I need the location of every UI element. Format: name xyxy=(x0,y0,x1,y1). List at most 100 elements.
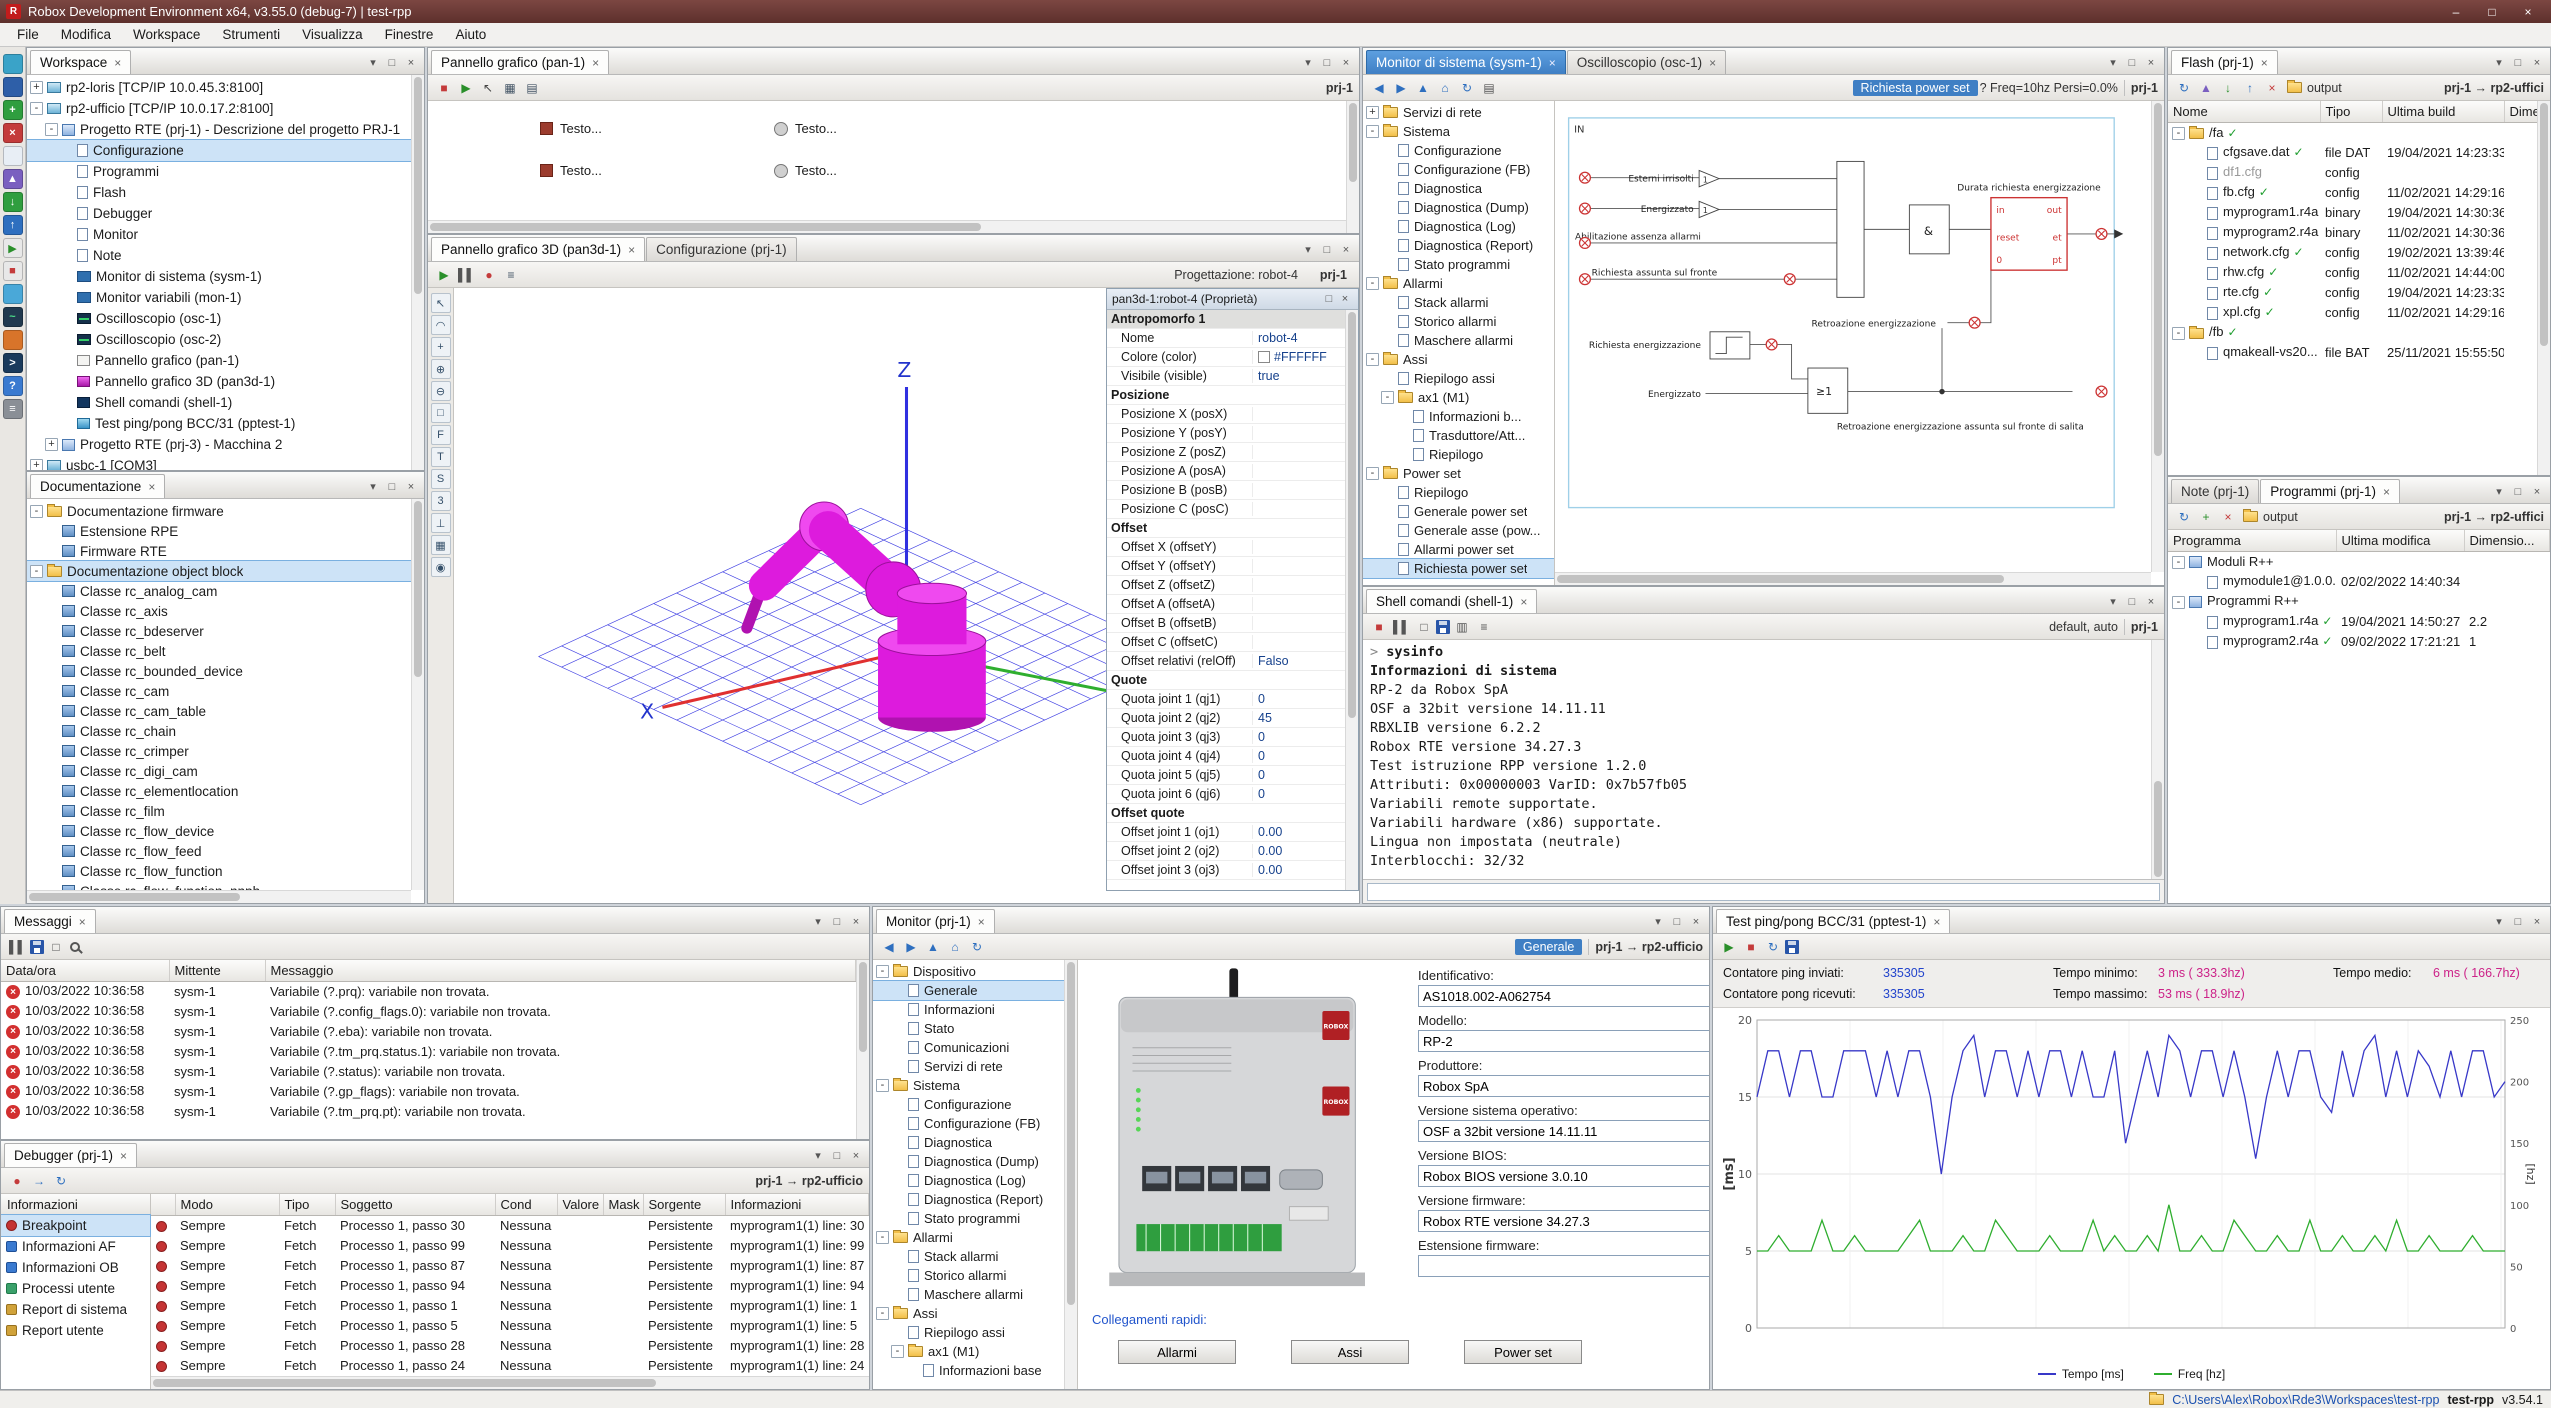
fit-view-icon[interactable]: □ xyxy=(431,403,451,423)
debug-info-item[interactable]: Informazioni OB xyxy=(1,1257,150,1278)
orbit-icon[interactable]: ◠ xyxy=(431,315,451,335)
pause-icon[interactable]: ▌▌ xyxy=(456,265,477,285)
tree-item[interactable]: -Classe rc_chain xyxy=(27,721,411,741)
panel-item[interactable]: Testo... xyxy=(540,121,602,136)
play-icon[interactable]: ▶ xyxy=(1719,937,1739,957)
close-icon[interactable]: × xyxy=(1520,595,1527,609)
quick-link-allarmi[interactable]: Allarmi xyxy=(1118,1340,1236,1364)
pan-view-icon[interactable]: + xyxy=(431,337,451,357)
float-icon[interactable]: □ xyxy=(829,914,845,929)
tree-item[interactable]: -Classe rc_axis xyxy=(27,601,411,621)
delete-icon[interactable]: × xyxy=(2262,78,2282,98)
chevron-down-icon[interactable]: ▾ xyxy=(1650,914,1666,929)
panel-item[interactable]: Testo... xyxy=(774,121,837,136)
scrollbar-vertical[interactable] xyxy=(2151,101,2164,572)
program-row[interactable]: -mymodule1@1.0.0....✓02/02/2022 14:40:34 xyxy=(2168,571,2550,591)
minimize-icon[interactable]: – xyxy=(2439,3,2473,20)
close-icon[interactable]: × xyxy=(1338,55,1354,70)
panel-item[interactable]: Testo... xyxy=(774,163,837,178)
tree-item[interactable]: -Storico allarmi xyxy=(873,1266,1064,1285)
float-icon[interactable]: □ xyxy=(1319,242,1335,257)
tree-item[interactable]: -Richiesta power set xyxy=(1363,559,1554,578)
program-row[interactable]: -myprogram1.r4a✓19/04/2021 14:50:272.2 xyxy=(2168,611,2550,631)
column-header[interactable] xyxy=(151,1194,175,1215)
close-icon[interactable]: × xyxy=(1933,915,1940,929)
breakpoint-row[interactable]: SempreFetchProcesso 1, passo 30NessunaPe… xyxy=(151,1215,869,1235)
tab-note[interactable]: Note (prj-1) xyxy=(2171,479,2259,503)
scrollbar-horizontal[interactable] xyxy=(428,220,1346,233)
tree-item[interactable]: -Servizi di rete xyxy=(873,1057,1064,1076)
tree-item[interactable]: -Diagnostica (Dump) xyxy=(873,1152,1064,1171)
close-icon[interactable]: × xyxy=(148,480,155,494)
tree-item[interactable]: -Generale xyxy=(873,981,1064,1000)
property-row[interactable]: Offset quote xyxy=(1107,804,1345,823)
tree-item[interactable]: -Sistema xyxy=(1363,122,1554,141)
property-row[interactable]: Quota joint 3 (qj3)0 xyxy=(1107,728,1345,747)
side-view-icon[interactable]: S xyxy=(431,469,451,489)
tree-item[interactable]: -Classe rc_film xyxy=(27,801,411,821)
copy-icon[interactable]: ▥ xyxy=(1452,617,1472,637)
iso-view-icon[interactable]: 3 xyxy=(431,491,451,511)
column-header[interactable]: Tipo xyxy=(2320,101,2382,122)
refresh-icon[interactable]: ↻ xyxy=(1457,78,1477,98)
tree-item[interactable]: +usbc-1 [COM3] xyxy=(27,455,411,470)
tree-item[interactable]: -ax1 (M1) xyxy=(873,1342,1064,1361)
tree-item[interactable]: -Debugger xyxy=(27,203,411,224)
message-row[interactable]: ×10/03/2022 10:36:58sysm-1Variabile (?.g… xyxy=(1,1081,856,1101)
breakpoint-row[interactable]: SempreFetchProcesso 1, passo 99NessunaPe… xyxy=(151,1235,869,1255)
halt-icon[interactable]: ■ xyxy=(3,261,23,281)
tree-item[interactable]: -Classe rc_flow_feed xyxy=(27,841,411,861)
tree-item[interactable]: -Classe rc_flow_function_nnph xyxy=(27,881,411,890)
tree-item[interactable]: -Diagnostica (Report) xyxy=(873,1190,1064,1209)
property-row[interactable]: Posizione xyxy=(1107,386,1345,405)
scrollbar-vertical[interactable] xyxy=(1346,101,1359,233)
close-icon[interactable]: × xyxy=(2529,55,2545,70)
file-row[interactable]: -cfgsave.dat✓file DAT19/04/2021 14:23:33 xyxy=(2168,142,2537,162)
tree-item[interactable]: -Estensione RPE xyxy=(27,521,411,541)
property-row[interactable]: Offset X (offsetY) xyxy=(1107,538,1345,557)
connect-icon[interactable]: + xyxy=(3,100,23,120)
zoom-in-icon[interactable]: ⊕ xyxy=(431,359,451,379)
close-icon[interactable]: × xyxy=(628,243,635,257)
scrollbar-vertical[interactable] xyxy=(1064,960,1077,1389)
tree-item[interactable]: -Allarmi xyxy=(873,1228,1064,1247)
property-row[interactable]: Posizione X (posX) xyxy=(1107,405,1345,424)
property-row[interactable]: Antropomorfo 1 xyxy=(1107,310,1345,329)
message-row[interactable]: ×10/03/2022 10:36:58sysm-1Variabile (?.t… xyxy=(1,1041,856,1061)
grid-icon[interactable]: ▦ xyxy=(500,78,520,98)
chevron-down-icon[interactable]: ▾ xyxy=(810,914,826,929)
chevron-down-icon[interactable]: ▾ xyxy=(1300,242,1316,257)
property-row[interactable]: Quota joint 4 (qj4)0 xyxy=(1107,747,1345,766)
property-row[interactable]: Offset xyxy=(1107,519,1345,538)
new-project-icon[interactable] xyxy=(3,146,23,166)
menu-strumenti[interactable]: Strumenti xyxy=(211,23,291,46)
tree-item[interactable]: -Riepilogo assi xyxy=(1363,369,1554,388)
tree-item[interactable]: -Classe rc_belt xyxy=(27,641,411,661)
column-header[interactable]: Tipo xyxy=(279,1194,335,1215)
stop-icon[interactable]: ■ xyxy=(1369,617,1389,637)
tree-item[interactable]: -Pannello grafico (pan-1) xyxy=(27,350,411,371)
field-input[interactable] xyxy=(1418,1210,1709,1232)
property-row[interactable]: Quota joint 6 (qj6)0 xyxy=(1107,785,1345,804)
tab-monitor[interactable]: Monitor (prj-1)× xyxy=(876,909,995,933)
add-icon[interactable]: + xyxy=(2196,507,2216,527)
tree-item[interactable]: -Diagnostica (Log) xyxy=(1363,217,1554,236)
scrollbar-vertical[interactable] xyxy=(411,75,424,470)
file-row[interactable]: -myprogram2.r4a✓binary11/02/2021 14:30:3… xyxy=(2168,222,2537,242)
property-row[interactable]: Offset joint 1 (oj1)0.00 xyxy=(1107,823,1345,842)
up-icon[interactable]: ▲ xyxy=(1413,78,1433,98)
print-icon[interactable]: ▤ xyxy=(1479,78,1499,98)
print-icon[interactable]: ▤ xyxy=(522,78,542,98)
tree-item[interactable]: -Pannello grafico 3D (pan3d-1) xyxy=(27,371,411,392)
play-icon[interactable]: ▶ xyxy=(456,78,476,98)
debug-info-item[interactable]: Breakpoint xyxy=(1,1215,150,1236)
file-row[interactable]: -xpl.cfg✓config11/02/2021 14:29:16 xyxy=(2168,302,2537,322)
tree-item[interactable]: -Stato programmi xyxy=(1363,255,1554,274)
tree-item[interactable]: -Riepilogo xyxy=(1363,445,1554,464)
breakpoint-row[interactable]: SempreFetchProcesso 1, passo 24NessunaPe… xyxy=(151,1355,869,1375)
reset-icon[interactable]: ↻ xyxy=(1763,937,1783,957)
field-input[interactable] xyxy=(1418,1120,1709,1142)
property-row[interactable]: Quote xyxy=(1107,671,1345,690)
column-header[interactable]: Ultima modifica xyxy=(2336,530,2464,551)
run-icon[interactable]: ▶ xyxy=(3,238,23,258)
